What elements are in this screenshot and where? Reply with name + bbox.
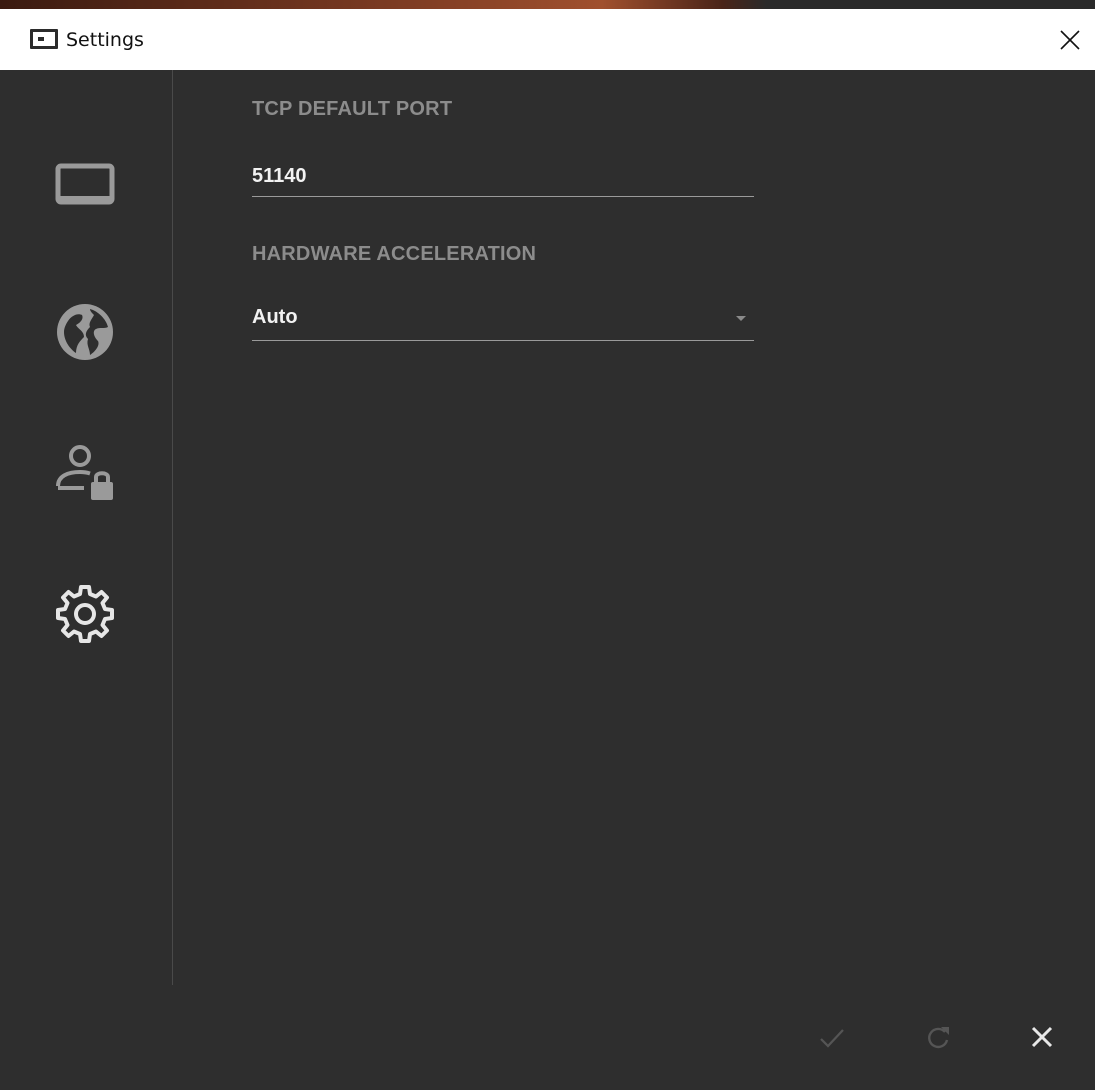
hardware-acceleration-label: HARDWARE ACCELERATION (252, 243, 537, 265)
tcp-port-input[interactable] (252, 157, 754, 197)
hardware-acceleration-select[interactable]: Auto (252, 301, 754, 341)
hardware-acceleration-value: Auto (252, 306, 298, 328)
settings-content: TCP DEFAULT PORT HARDWARE ACCELERATION A… (252, 70, 755, 970)
tcp-port-label: TCP DEFAULT PORT (252, 98, 453, 120)
chevron-down-icon (736, 316, 746, 321)
sidebar (0, 70, 173, 985)
refresh-icon[interactable] (924, 1023, 952, 1051)
desktop-background-strip (0, 0, 1095, 9)
settings-window-body: TCP DEFAULT PORT HARDWARE ACCELERATION A… (0, 70, 1095, 1090)
window-close-icon[interactable] (1057, 27, 1083, 53)
window-title: Settings (66, 29, 144, 51)
user-lock-icon[interactable] (54, 442, 118, 504)
close-icon[interactable] (1029, 1024, 1055, 1050)
monitor-icon[interactable] (54, 162, 116, 208)
title-bar: Settings (0, 9, 1095, 70)
app-icon (30, 29, 58, 49)
gear-icon[interactable] (54, 583, 116, 645)
check-icon[interactable] (818, 1025, 846, 1051)
globe-icon[interactable] (54, 301, 116, 363)
